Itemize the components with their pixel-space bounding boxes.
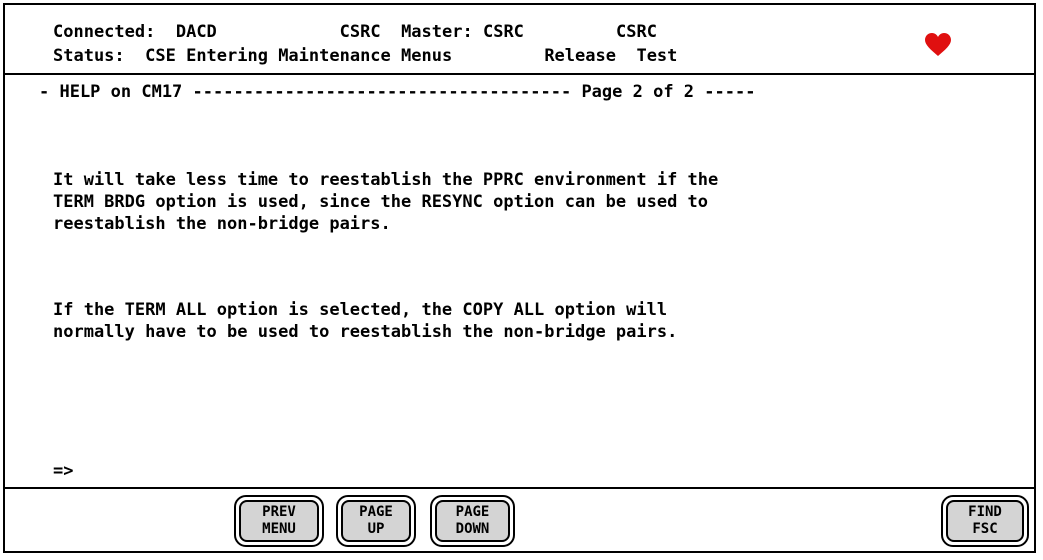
status-value: CSE Entering Maintenance Menus	[145, 46, 453, 66]
page-up-button-face[interactable]: PAGE UP	[341, 500, 411, 542]
find-fsc-button[interactable]: FIND FSC	[941, 495, 1029, 547]
system-a: CSRC	[339, 22, 381, 42]
header-row-1: Connected: DACD CSRC Master: CSRC CSRC	[53, 21, 657, 43]
find-fsc-button-face[interactable]: FIND FSC	[946, 500, 1024, 542]
terminal-screen: Connected: DACD CSRC Master: CSRC CSRC S…	[3, 3, 1036, 553]
page-down-label-line1: PAGE	[455, 504, 490, 520]
find-fsc-label-line1: FIND	[968, 504, 1002, 520]
prev-menu-button-face[interactable]: PREV MENU	[239, 500, 319, 542]
find-fsc-label-line2: FSC	[972, 521, 998, 537]
master-label: Master:	[401, 22, 473, 42]
system-b: CSRC	[616, 22, 657, 42]
command-prompt[interactable]: =>	[53, 460, 73, 482]
page-up-button[interactable]: PAGE UP	[336, 495, 416, 547]
page-down-label-line2: DOWN	[455, 521, 490, 537]
page-down-button-face[interactable]: PAGE DOWN	[435, 500, 510, 542]
status-label: Status:	[53, 46, 125, 66]
connected-value: DACD	[175, 22, 217, 42]
help-paragraph-2: If the TERM ALL option is selected, the …	[53, 300, 678, 342]
header-divider	[5, 73, 1034, 75]
help-title: - HELP on CM17 -------------------------…	[39, 82, 756, 102]
release-value: Test	[636, 46, 678, 66]
footer-divider	[5, 487, 1034, 489]
prev-menu-label-line2: MENU	[262, 521, 296, 537]
header-row-2: Status: CSE Entering Maintenance Menus R…	[53, 45, 677, 67]
page-up-label-line1: PAGE	[359, 504, 393, 520]
heart-icon	[925, 33, 951, 56]
page-up-label-line2: UP	[367, 521, 385, 537]
prev-menu-button[interactable]: PREV MENU	[234, 495, 324, 547]
page-down-button[interactable]: PAGE DOWN	[430, 495, 515, 547]
prev-menu-label-line1: PREV	[262, 504, 296, 520]
release-label: Release	[544, 46, 616, 66]
connected-label: Connected:	[53, 22, 156, 42]
help-body: It will take less time to reestablish th…	[53, 125, 718, 407]
master-value: CSRC	[482, 22, 524, 42]
help-paragraph-1: It will take less time to reestablish th…	[53, 170, 719, 234]
